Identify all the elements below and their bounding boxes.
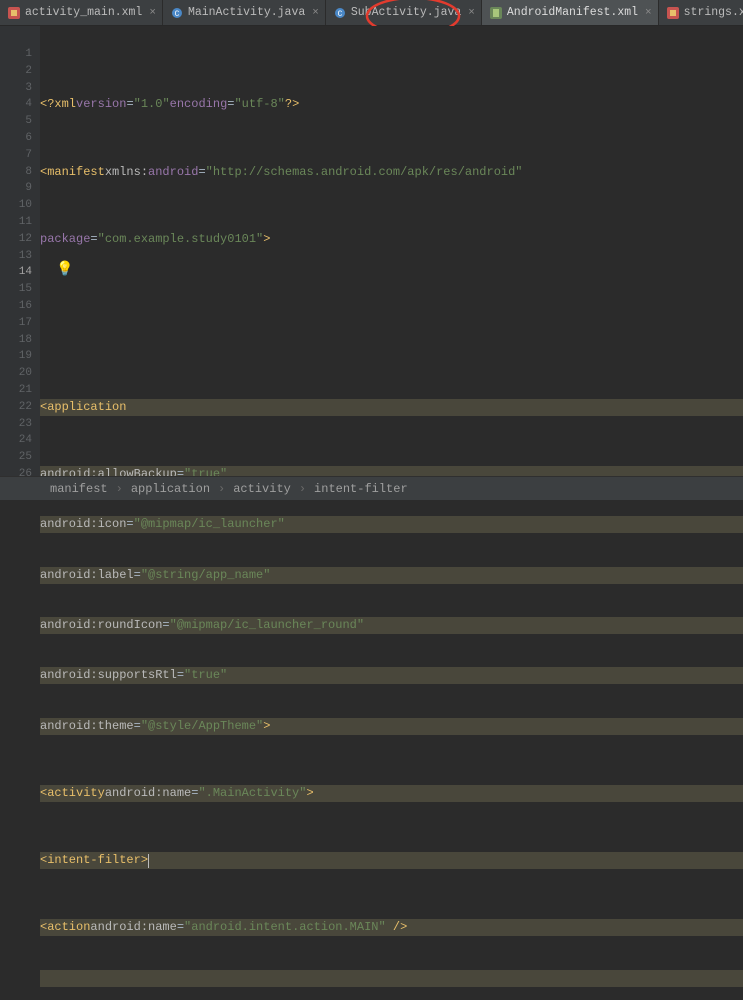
chevron-right-icon: › (218, 482, 225, 496)
breadcrumb-item[interactable]: manifest (50, 482, 108, 496)
chevron-right-icon: › (116, 482, 123, 496)
tab-label: MainActivity.java (188, 6, 305, 19)
tab-label: strings.xml (684, 6, 743, 19)
tab-subactivity[interactable]: C SubActivity.java × (326, 0, 482, 25)
tab-manifest[interactable]: AndroidManifest.xml × (482, 0, 659, 25)
close-icon[interactable]: × (645, 7, 652, 19)
tab-label: SubActivity.java (351, 6, 461, 19)
tab-strings[interactable]: strings.xml × (659, 0, 743, 25)
class-icon: C (171, 7, 183, 19)
close-icon[interactable]: × (468, 7, 475, 19)
class-icon: C (334, 7, 346, 19)
xml-icon (8, 7, 20, 19)
tab-activity-main[interactable]: activity_main.xml × (0, 0, 163, 25)
manifest-icon (490, 7, 502, 19)
tab-label: AndroidManifest.xml (507, 6, 638, 19)
code-editor[interactable]: 1234567891011121314151617181920212223242… (0, 26, 743, 476)
breadcrumb-item[interactable]: activity (233, 482, 291, 496)
breadcrumb-item[interactable]: application (131, 482, 210, 496)
tab-mainactivity[interactable]: C MainActivity.java × (163, 0, 326, 25)
close-icon[interactable]: × (312, 7, 319, 19)
line-number-gutter: 1234567891011121314151617181920212223242… (0, 26, 40, 476)
xml-icon (667, 7, 679, 19)
text-caret (148, 854, 149, 868)
chevron-right-icon: › (299, 482, 306, 496)
close-icon[interactable]: × (149, 7, 156, 19)
breadcrumb-item[interactable]: intent-filter (314, 482, 408, 496)
breadcrumb: manifest › application › activity › inte… (0, 476, 743, 500)
editor-tab-bar: activity_main.xml × C MainActivity.java … (0, 0, 743, 26)
code-area[interactable]: <?xml version="1.0" encoding="utf-8"?> <… (40, 26, 743, 476)
svg-text:C: C (337, 10, 342, 19)
tab-label: activity_main.xml (25, 6, 142, 19)
svg-text:C: C (175, 10, 180, 19)
